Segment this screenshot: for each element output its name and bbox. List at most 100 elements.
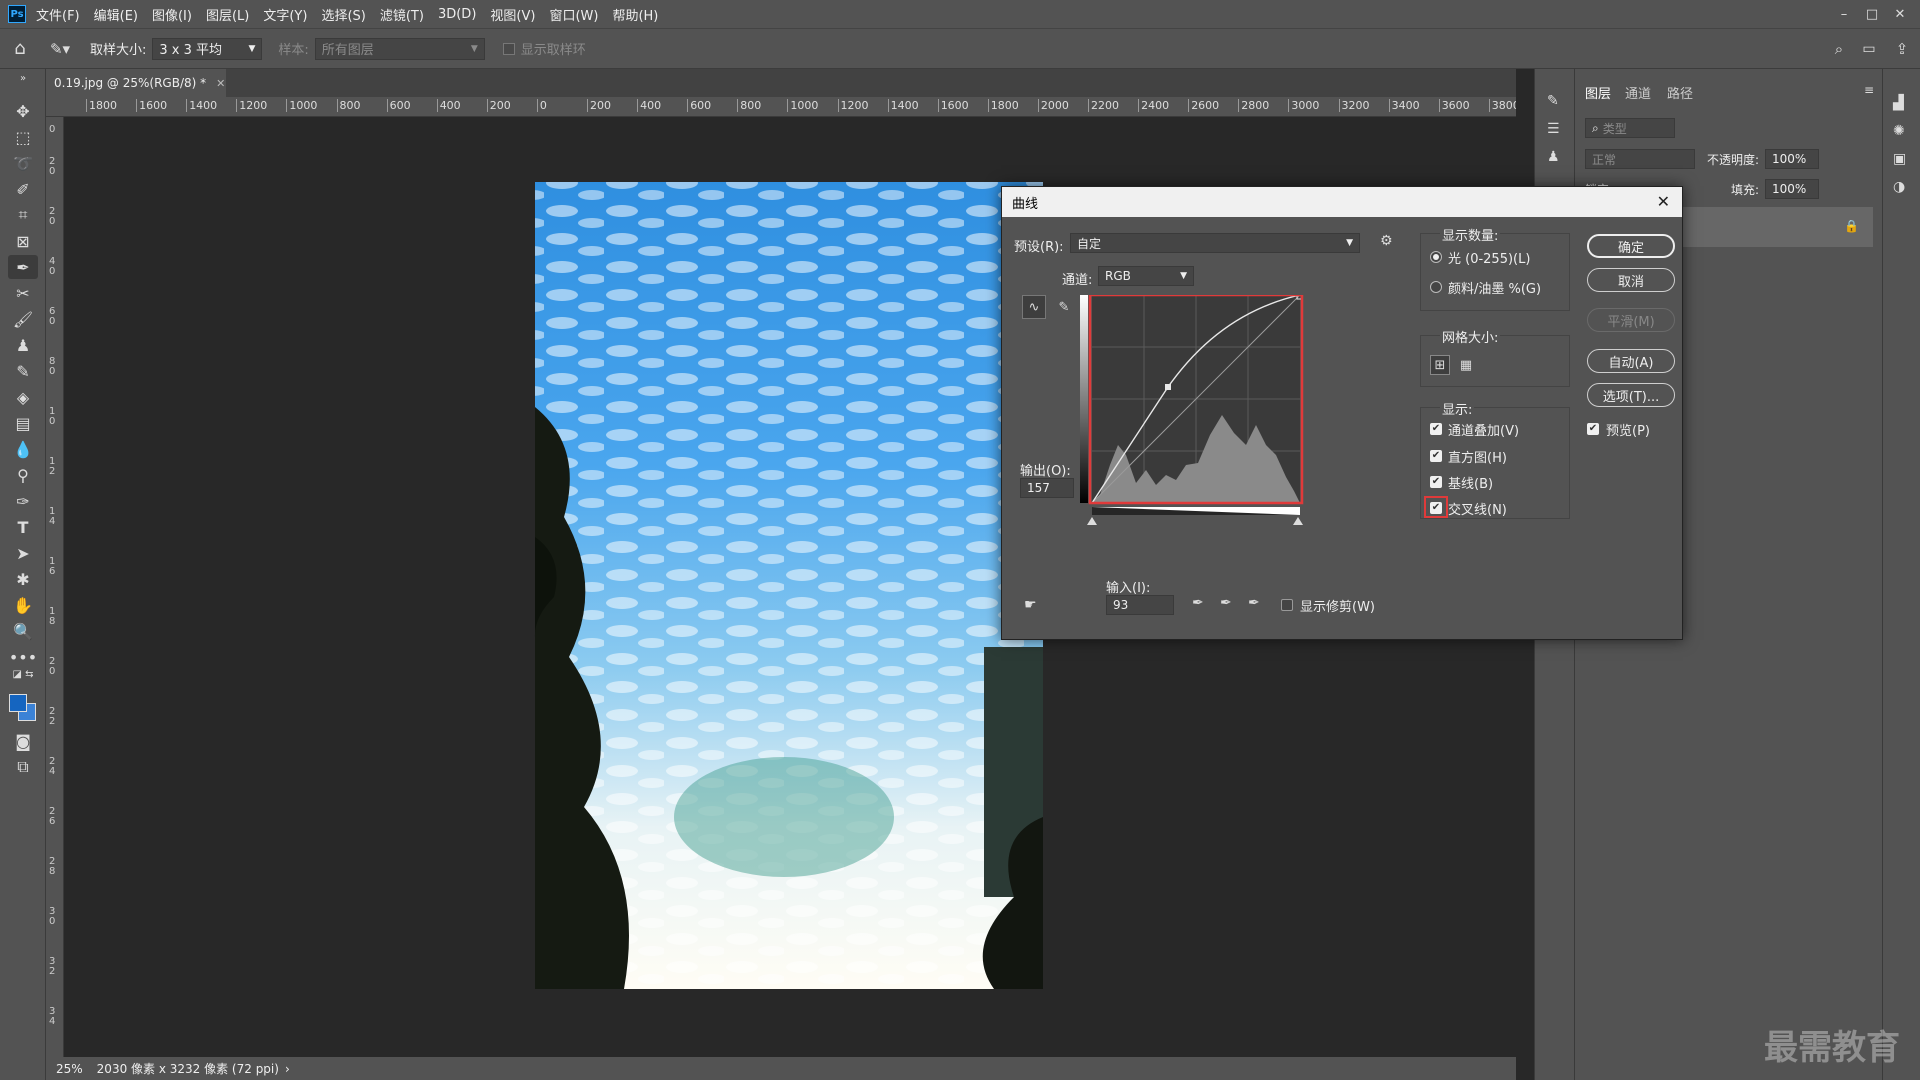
- ruler-tick: 2600: [1188, 99, 1219, 112]
- brush-panel-icon[interactable]: ✎: [1547, 93, 1559, 109]
- menu-image[interactable]: 图像(I): [152, 5, 192, 24]
- auto-button[interactable]: 自动(A): [1587, 349, 1675, 373]
- blur-tool-icon[interactable]: 💧: [8, 437, 38, 461]
- screen-mode-icon[interactable]: ⧉: [8, 755, 38, 779]
- baseline-checkbox[interactable]: ✔: [1430, 476, 1442, 488]
- show-clipping-checkbox[interactable]: [1281, 599, 1293, 611]
- type-tool-icon[interactable]: T: [8, 515, 38, 539]
- tab-paths[interactable]: 路径: [1667, 83, 1693, 102]
- output-field[interactable]: 157: [1020, 478, 1074, 498]
- eyedropper-preset-icon[interactable]: ✎▾: [40, 40, 80, 58]
- simple-grid-icon[interactable]: ⊞: [1430, 355, 1450, 375]
- intersection-label: 交叉线(N): [1448, 503, 1507, 518]
- fill-field[interactable]: 100%: [1765, 179, 1819, 199]
- light-radio[interactable]: [1430, 251, 1442, 263]
- menu-3d[interactable]: 3D(D): [438, 7, 476, 22]
- gear-icon[interactable]: ⚙: [1380, 233, 1393, 249]
- opacity-field[interactable]: 100%: [1765, 149, 1819, 169]
- healing-tool-icon[interactable]: ✂: [8, 281, 38, 305]
- brush-tool-icon[interactable]: 🖌: [8, 307, 38, 331]
- swap-colors-icon[interactable]: ◪ ⇆: [8, 667, 38, 681]
- workspace-icon[interactable]: ▭: [1854, 41, 1884, 57]
- targeted-adjust-icon[interactable]: ☛: [1024, 597, 1037, 613]
- menu-window[interactable]: 窗口(W): [549, 5, 598, 24]
- adjustments-panel-icon[interactable]: ◑: [1893, 179, 1905, 195]
- histogram-panel-icon[interactable]: ▟: [1893, 95, 1904, 111]
- menu-edit[interactable]: 编辑(E): [94, 5, 138, 24]
- input-field[interactable]: 93: [1106, 595, 1174, 615]
- home-icon[interactable]: ⌂: [0, 38, 40, 59]
- zoom-level[interactable]: 25%: [56, 1062, 83, 1076]
- menu-file[interactable]: 文件(F): [36, 5, 80, 24]
- smooth-button[interactable]: 平滑(M): [1587, 308, 1675, 332]
- collapse-icon[interactable]: »: [8, 71, 38, 85]
- crop-tool-icon[interactable]: ⌗: [8, 203, 38, 227]
- search-icon[interactable]: ⌕: [1824, 40, 1854, 58]
- layer-filter-select[interactable]: ⌕ 类型: [1585, 118, 1675, 138]
- gradient-tool-icon[interactable]: ▤: [8, 411, 38, 435]
- quick-select-tool-icon[interactable]: ✐: [8, 177, 38, 201]
- menu-select[interactable]: 选择(S): [321, 5, 365, 24]
- tab-layers[interactable]: 图层: [1585, 83, 1611, 102]
- maximize-icon[interactable]: □: [1858, 4, 1886, 24]
- stamp-panel-icon[interactable]: ♟: [1547, 149, 1560, 165]
- close-icon[interactable]: ✕: [1657, 192, 1670, 211]
- hand-tool-icon[interactable]: ✋: [8, 593, 38, 617]
- close-window-icon[interactable]: ✕: [1886, 4, 1914, 24]
- frame-tool-icon[interactable]: ⊠: [8, 229, 38, 253]
- black-point-eyedropper-icon[interactable]: ✒: [1192, 595, 1204, 611]
- histogram-checkbox[interactable]: ✔: [1430, 450, 1442, 462]
- close-tab-icon[interactable]: ✕: [216, 77, 225, 90]
- history-brush-icon[interactable]: ✎: [8, 359, 38, 383]
- tab-channels[interactable]: 通道: [1625, 83, 1651, 102]
- document-tab-bar: 0.19.jpg @ 25%(RGB/8) * ✕: [46, 69, 1516, 97]
- marquee-tool-icon[interactable]: ⬚: [8, 125, 38, 149]
- pen-tool-icon[interactable]: ✑: [8, 489, 38, 513]
- pencil-icon[interactable]: ✎: [1052, 295, 1076, 319]
- menu-help[interactable]: 帮助(H): [612, 5, 658, 24]
- menu-view[interactable]: 视图(V): [490, 5, 535, 24]
- ruler-tick: 400: [436, 99, 461, 112]
- chevron-right-icon[interactable]: ›: [285, 1062, 290, 1076]
- panel-menu-icon[interactable]: ≡: [1864, 83, 1874, 97]
- zoom-tool-icon[interactable]: 🔍: [8, 619, 38, 643]
- preset-select[interactable]: 自定 ▼: [1070, 233, 1360, 253]
- navigator-panel-icon[interactable]: ✺: [1893, 123, 1905, 139]
- gray-point-eyedropper-icon[interactable]: ✒: [1220, 595, 1232, 611]
- curve-point-icon[interactable]: ∿: [1022, 295, 1046, 319]
- document-tab[interactable]: 0.19.jpg @ 25%(RGB/8) * ✕: [46, 69, 226, 97]
- cancel-button[interactable]: 取消: [1587, 268, 1675, 292]
- preview-checkbox[interactable]: ✔: [1587, 423, 1599, 435]
- foreground-color-swatch[interactable]: [9, 694, 27, 712]
- minimize-icon[interactable]: –: [1830, 4, 1858, 24]
- shape-tool-icon[interactable]: ✱: [8, 567, 38, 591]
- ok-button[interactable]: 确定: [1587, 234, 1675, 258]
- show-ring-checkbox[interactable]: [502, 42, 515, 55]
- white-point-eyedropper-icon[interactable]: ✒: [1248, 595, 1260, 611]
- curves-graph[interactable]: [1080, 295, 1312, 529]
- options-button[interactable]: 选项(T)...: [1587, 383, 1675, 407]
- intersection-checkbox[interactable]: ✔: [1430, 502, 1442, 514]
- eraser-tool-icon[interactable]: ◈: [8, 385, 38, 409]
- menu-layer[interactable]: 图层(L): [206, 5, 249, 24]
- properties-panel-icon[interactable]: ▣: [1893, 151, 1906, 167]
- lasso-tool-icon[interactable]: ➰: [8, 151, 38, 175]
- sample-size-select[interactable]: 3 x 3 平均 ▼: [152, 37, 263, 60]
- quick-mask-icon[interactable]: ◙: [8, 729, 38, 753]
- sample-select[interactable]: 所有图层 ▼: [314, 37, 485, 60]
- more-tools-icon[interactable]: •••: [8, 645, 38, 669]
- dodge-tool-icon[interactable]: ⚲: [8, 463, 38, 487]
- detailed-grid-icon[interactable]: ▦: [1456, 355, 1476, 375]
- eyedropper-tool-icon[interactable]: ✒: [8, 255, 38, 279]
- menu-filter[interactable]: 滤镜(T): [380, 5, 424, 24]
- path-select-icon[interactable]: ➤: [8, 541, 38, 565]
- adjust-panel-icon[interactable]: ☰: [1547, 121, 1560, 137]
- move-tool-icon[interactable]: ✥: [8, 99, 38, 123]
- channel-select[interactable]: RGB ▼: [1098, 266, 1194, 286]
- stamp-tool-icon[interactable]: ♟: [8, 333, 38, 357]
- pigment-radio[interactable]: [1430, 281, 1442, 293]
- blend-mode-select[interactable]: 正常: [1585, 149, 1695, 169]
- menu-type[interactable]: 文字(Y): [263, 5, 307, 24]
- share-icon[interactable]: ⇪: [1884, 40, 1920, 58]
- channel-overlays-checkbox[interactable]: ✔: [1430, 423, 1442, 435]
